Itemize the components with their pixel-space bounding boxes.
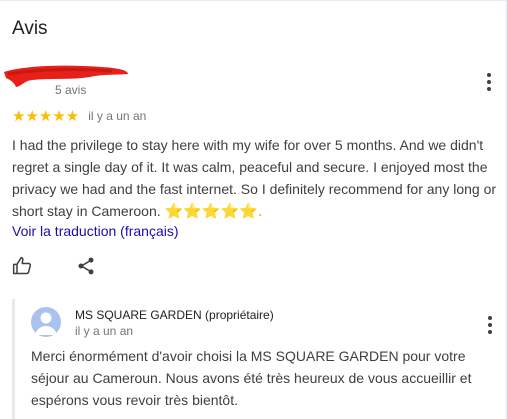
- person-icon: [35, 312, 57, 335]
- avatar: [31, 307, 61, 337]
- owner-role: (propriétaire): [205, 308, 274, 322]
- top-divider: [0, 0, 507, 1]
- reviewer-review-count[interactable]: 5 avis: [55, 83, 86, 97]
- see-translation-link[interactable]: Voir la traduction (français): [12, 223, 179, 239]
- rating-stars: ★★★★★: [12, 107, 80, 125]
- owner-reply-time: il y a un an: [75, 324, 134, 338]
- share-icon[interactable]: [76, 256, 96, 276]
- owner-reply-indent-bar: [12, 299, 15, 419]
- review-rating-row: ★★★★★ il y a un an: [12, 108, 146, 124]
- owner-name: MS SQUARE GARDEN: [75, 308, 202, 322]
- review-emoji-stars: ⭐⭐⭐⭐⭐.: [164, 202, 263, 220]
- section-title: Avis: [12, 18, 48, 39]
- thumb-up-icon[interactable]: [12, 256, 32, 276]
- owner-reply-text: Merci énormément d'avoir choisi la MS SQ…: [31, 348, 472, 408]
- more-vert-icon[interactable]: [486, 73, 492, 91]
- owner-name-line: MS SQUARE GARDEN (propriétaire): [75, 308, 274, 322]
- review-text: I had the privilege to stay here with my…: [12, 134, 502, 222]
- more-vert-icon[interactable]: [487, 316, 493, 334]
- review-time: il y a un an: [88, 109, 147, 123]
